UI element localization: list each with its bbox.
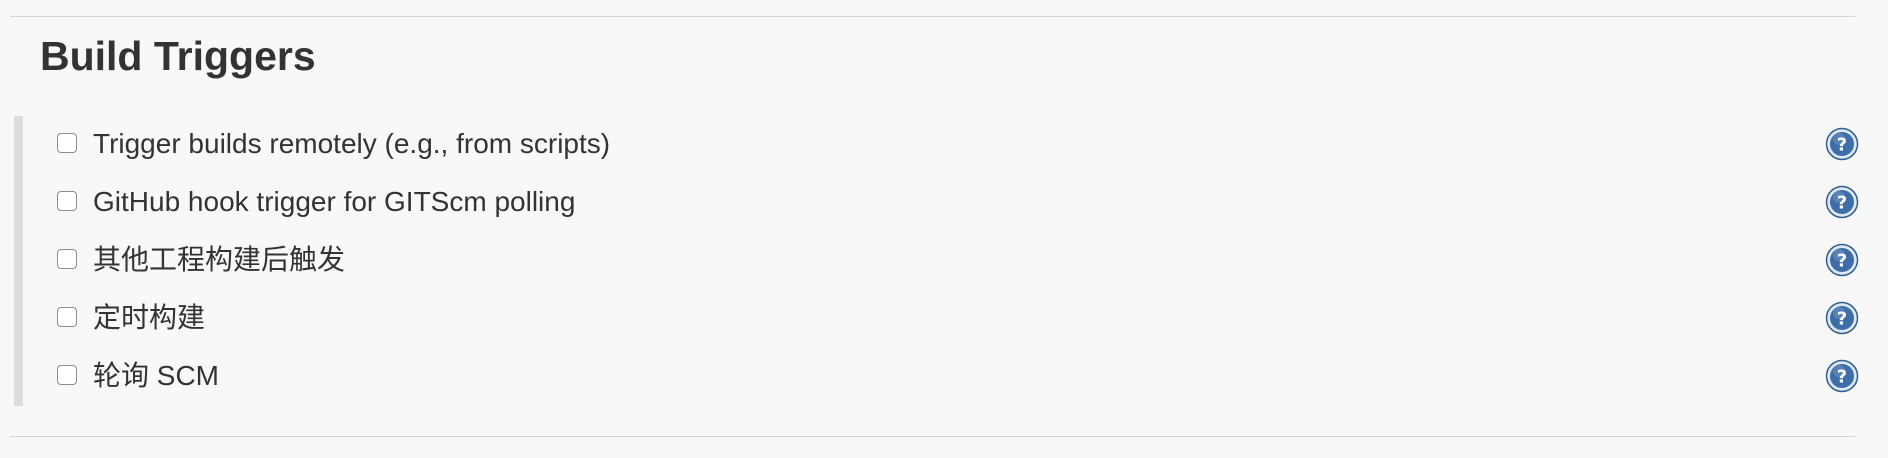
svg-text:?: ? (1837, 367, 1847, 388)
trigger-poll-scm-label[interactable]: 轮询 SCM (93, 348, 219, 406)
section-divider-bottom (10, 436, 1855, 437)
help-icon[interactable]: ? (1825, 185, 1859, 219)
trigger-options-group: Trigger builds remotely (e.g., from scri… (14, 116, 1859, 406)
trigger-row-poll-scm: 轮询 SCM ? (28, 348, 1859, 406)
group-indent-bar (14, 116, 23, 406)
svg-text:?: ? (1837, 251, 1847, 272)
help-icon[interactable]: ? (1825, 301, 1859, 335)
trigger-scheduled-label[interactable]: 定时构建 (93, 290, 205, 348)
help-icon[interactable]: ? (1825, 243, 1859, 277)
help-icon[interactable]: ? (1825, 127, 1859, 161)
trigger-github-hook-checkbox[interactable] (57, 191, 77, 211)
trigger-scheduled-checkbox[interactable] (57, 307, 77, 327)
svg-text:?: ? (1837, 309, 1847, 330)
trigger-row-scheduled: 定时构建 ? (28, 290, 1859, 348)
trigger-remote-checkbox[interactable] (57, 133, 77, 153)
build-triggers-section: Build Triggers Trigger builds remotely (… (0, 0, 1888, 458)
trigger-row-after-other-projects: 其他工程构建后触发 ? (28, 232, 1859, 290)
trigger-row-github-hook: GitHub hook trigger for GITScm polling ? (28, 174, 1859, 232)
trigger-row-remote: Trigger builds remotely (e.g., from scri… (28, 116, 1859, 174)
section-divider-top (10, 16, 1855, 17)
svg-text:?: ? (1837, 193, 1847, 214)
trigger-poll-scm-checkbox[interactable] (57, 365, 77, 385)
trigger-after-other-projects-checkbox[interactable] (57, 249, 77, 269)
help-icon[interactable]: ? (1825, 359, 1859, 393)
trigger-after-other-projects-label[interactable]: 其他工程构建后触发 (93, 232, 345, 290)
section-title: Build Triggers (40, 33, 316, 79)
trigger-github-hook-label[interactable]: GitHub hook trigger for GITScm polling (93, 174, 575, 232)
svg-text:?: ? (1837, 135, 1847, 156)
trigger-remote-label[interactable]: Trigger builds remotely (e.g., from scri… (93, 116, 610, 174)
